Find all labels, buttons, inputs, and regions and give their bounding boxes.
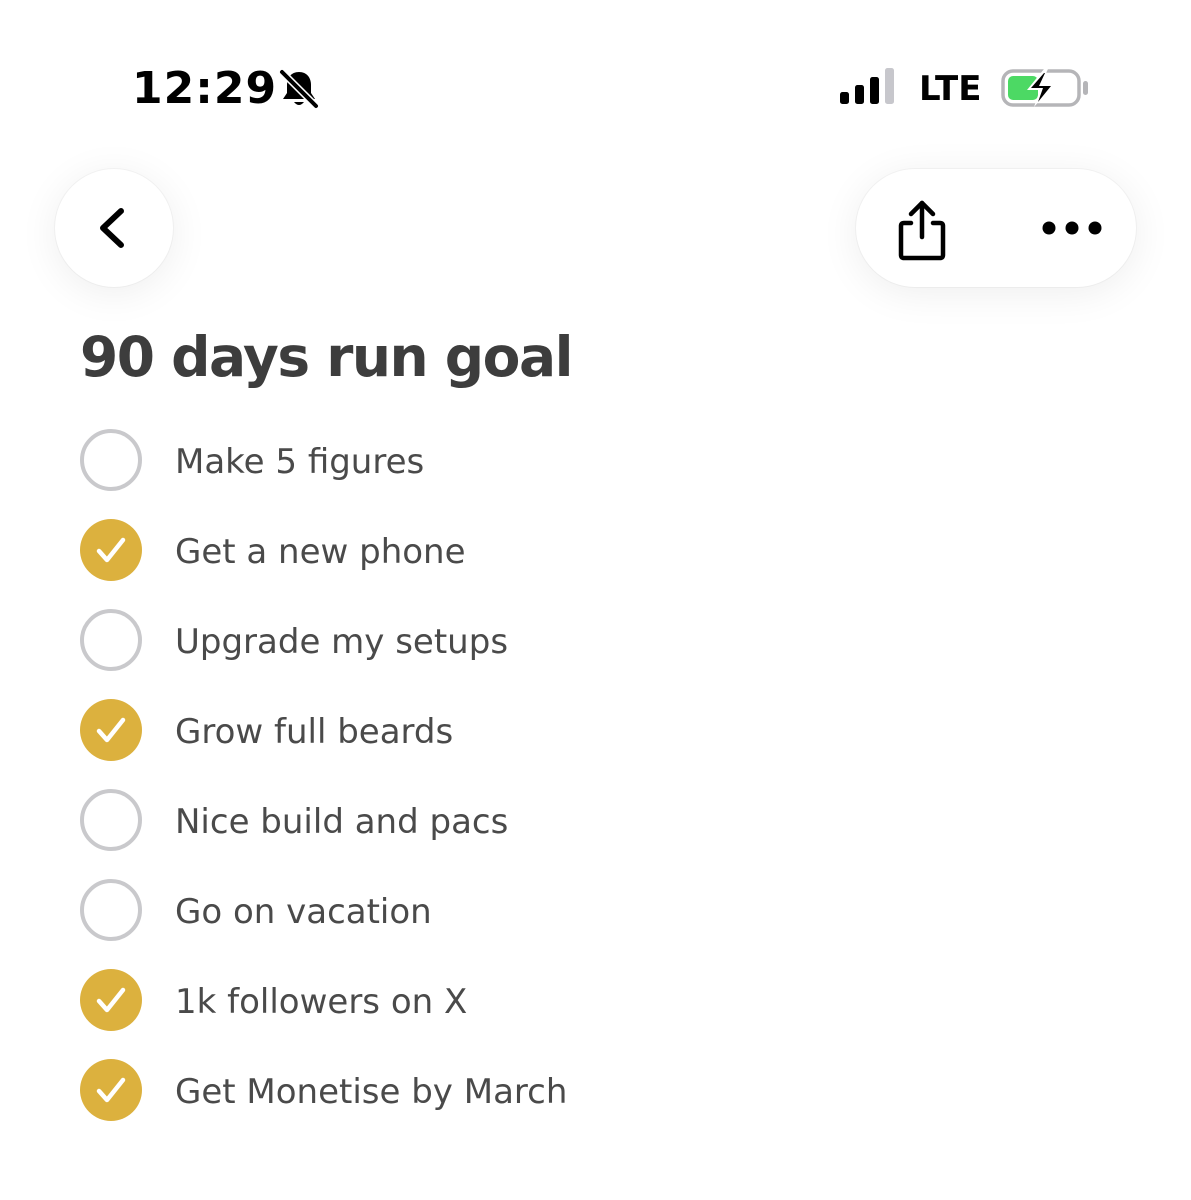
list-item-label[interactable]: Grow full beards [175, 710, 453, 754]
checkbox-unchecked[interactable] [80, 879, 142, 941]
share-button[interactable] [876, 179, 966, 277]
list-item: Make 5 figures [80, 414, 1080, 504]
checkbox-unchecked[interactable] [80, 789, 142, 851]
list-item-label[interactable]: Make 5 figures [175, 440, 424, 484]
list-item-label[interactable]: Get a new phone [175, 530, 466, 574]
checkbox-checked[interactable] [80, 1059, 142, 1121]
bell-slash-icon [276, 66, 322, 112]
list-item-label[interactable]: Go on vacation [175, 890, 432, 934]
list-item: Nice build and pacs [80, 774, 1080, 864]
list-title[interactable]: 90 days run goal [80, 322, 573, 392]
status-time: 12:29 [132, 63, 278, 114]
list-item: Get Monetise by March [80, 1044, 1080, 1134]
share-icon [898, 200, 946, 261]
checkbox-checked[interactable] [80, 969, 142, 1031]
battery-charging-icon [1000, 66, 1092, 110]
list-item: Go on vacation [80, 864, 1080, 954]
list-item-label[interactable]: Upgrade my setups [175, 620, 508, 664]
action-button-group [856, 169, 1136, 287]
list-item: Upgrade my setups [80, 594, 1080, 684]
checkmark-icon [96, 1077, 126, 1103]
checkbox-checked[interactable] [80, 699, 142, 761]
list-item-label[interactable]: Nice build and pacs [175, 800, 508, 844]
checkbox-unchecked[interactable] [80, 429, 142, 491]
list-item: 1k followers on X [80, 954, 1080, 1044]
checklist: Make 5 figures Get a new phone Upgrade my … [80, 414, 1080, 1134]
cellular-signal-icon [838, 66, 900, 106]
checkbox-checked[interactable] [80, 519, 142, 581]
checkmark-icon [96, 717, 126, 743]
network-type: LTE [919, 69, 982, 109]
list-item-label[interactable]: 1k followers on X [175, 980, 467, 1024]
list-item-label[interactable]: Get Monetise by March [175, 1070, 567, 1114]
back-button[interactable] [55, 169, 173, 287]
checkmark-icon [96, 987, 126, 1013]
checkmark-icon [96, 537, 126, 563]
more-options-button[interactable] [1026, 179, 1116, 277]
checkbox-unchecked[interactable] [80, 609, 142, 671]
ellipsis-icon [1042, 221, 1102, 235]
status-bar: 12:29 LTE [0, 0, 1191, 150]
chevron-left-icon [100, 208, 124, 248]
list-item: Get a new phone [80, 504, 1080, 594]
list-item: Grow full beards [80, 684, 1080, 774]
